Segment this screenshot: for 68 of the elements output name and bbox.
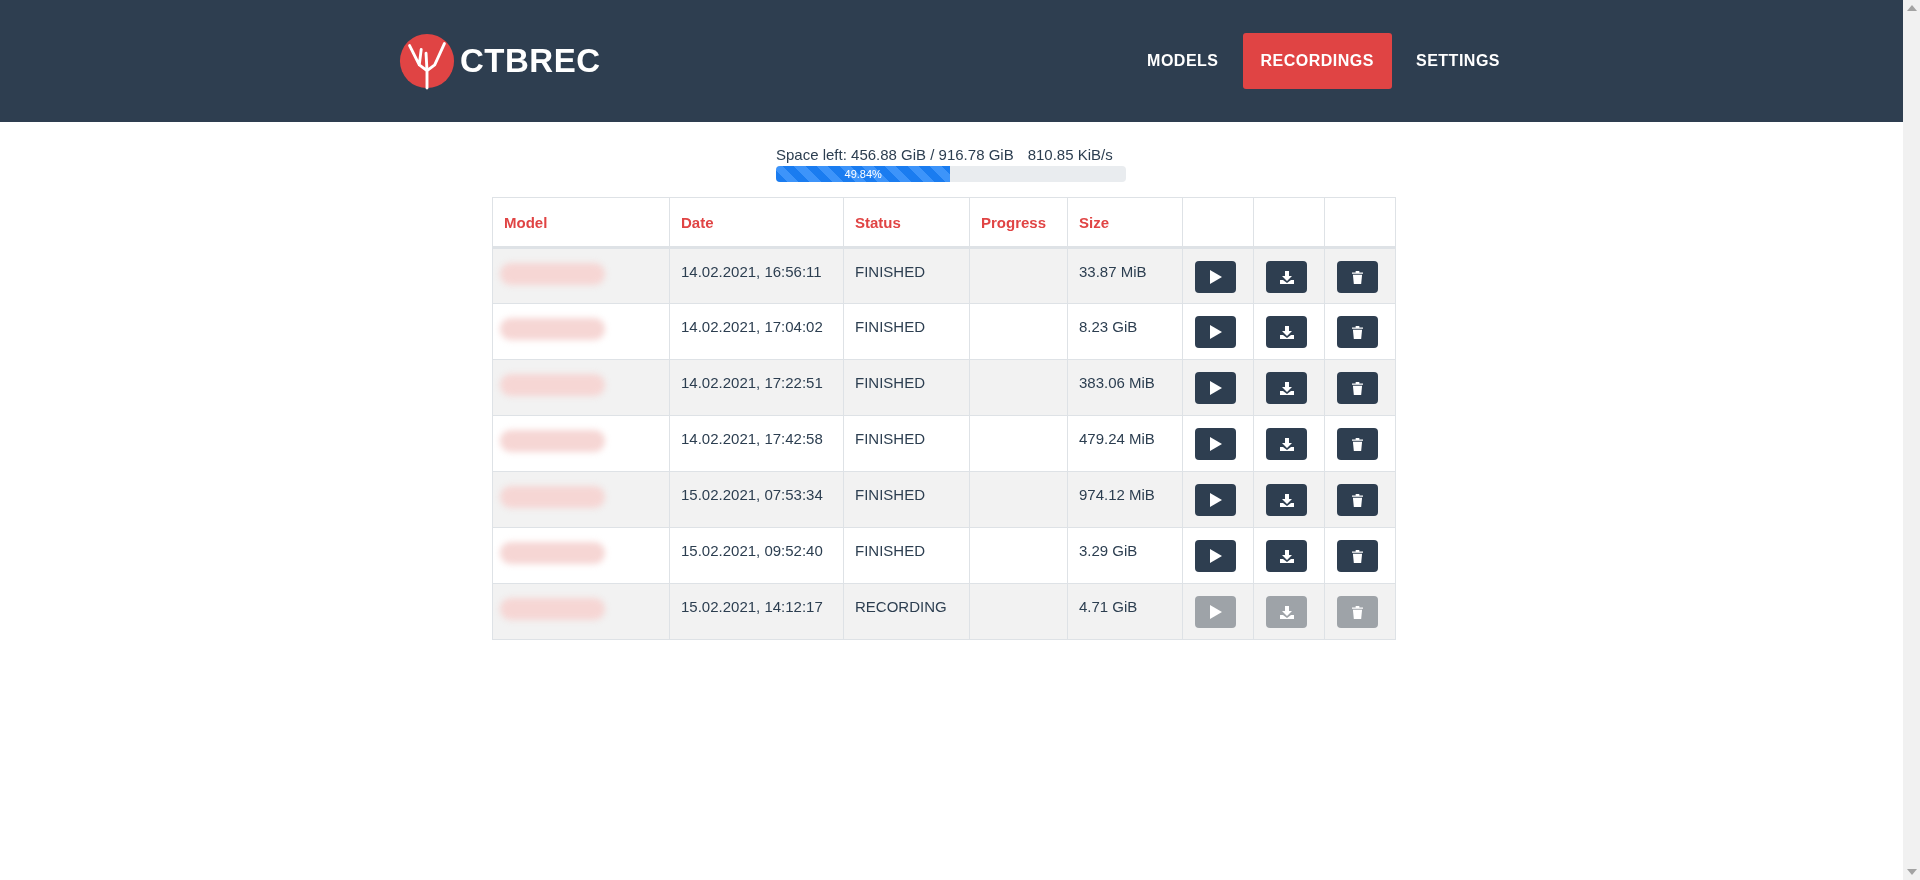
table-cell: FINISHED: [843, 303, 970, 360]
play-icon: [1209, 493, 1222, 507]
table-cell: 14.02.2021, 17:04:02: [669, 303, 844, 360]
download-button[interactable]: [1266, 316, 1307, 348]
play-icon: [1209, 381, 1222, 395]
table-cell: 15.02.2021, 09:52:40: [669, 527, 844, 584]
space-left-text: Space left: 456.88 GiB / 916.78 GiB: [776, 146, 1014, 163]
trash-icon: [1352, 605, 1363, 619]
table-cell: FINISHED: [843, 247, 970, 304]
download-icon: [1279, 381, 1294, 395]
table-cell: FINISHED: [843, 415, 970, 472]
table-cell: 15.02.2021, 07:53:34: [669, 471, 844, 528]
play-button[interactable]: [1195, 428, 1236, 460]
trash-icon: [1352, 549, 1363, 563]
download-icon: [1279, 493, 1294, 507]
download-icon: [1279, 437, 1294, 451]
table-cell: 15.02.2021, 14:12:17: [669, 583, 844, 640]
trash-icon: [1352, 270, 1363, 284]
nav-tab[interactable]: MODELS: [1129, 33, 1237, 89]
trash-icon: [1352, 381, 1363, 395]
play-button[interactable]: [1195, 484, 1236, 516]
brand-name: CTBREC: [460, 42, 601, 80]
play-icon: [1209, 549, 1222, 563]
download-icon: [1279, 549, 1294, 563]
table-cell: 14.02.2021, 17:22:51: [669, 359, 844, 416]
table-cell: 4.71 GiB: [1067, 583, 1183, 640]
play-icon: [1209, 437, 1222, 451]
play-icon: [1209, 325, 1222, 339]
delete-button[interactable]: [1337, 261, 1378, 293]
table-cell: FINISHED: [843, 527, 970, 584]
download-button[interactable]: [1266, 261, 1307, 293]
play-button[interactable]: [1195, 540, 1236, 572]
trash-icon: [1352, 493, 1363, 507]
table-cell: 383.06 MiB: [1067, 359, 1183, 416]
trash-icon: [1352, 437, 1363, 451]
table-cell: 8.23 GiB: [1067, 303, 1183, 360]
download-button[interactable]: [1266, 484, 1307, 516]
download-icon: [1279, 270, 1294, 284]
table-cell: 14.02.2021, 16:56:11: [669, 247, 844, 304]
download-icon: [1279, 325, 1294, 339]
delete-button[interactable]: [1337, 540, 1378, 572]
delete-button[interactable]: [1337, 372, 1378, 404]
logo-icon: [398, 32, 456, 90]
play-button[interactable]: [1195, 372, 1236, 404]
table-cell: 479.24 MiB: [1067, 415, 1183, 472]
table-cell: RECORDING: [843, 583, 970, 640]
download-button[interactable]: [1266, 540, 1307, 572]
table-cell: FINISHED: [843, 471, 970, 528]
play-button[interactable]: [1195, 261, 1236, 293]
trash-icon: [1352, 325, 1363, 339]
nav-tab[interactable]: SETTINGS: [1398, 33, 1518, 89]
delete-button[interactable]: [1337, 428, 1378, 460]
table-cell: 974.12 MiB: [1067, 471, 1183, 528]
delete-button[interactable]: [1337, 316, 1378, 348]
download-button[interactable]: [1266, 428, 1307, 460]
table-cell: 3.29 GiB: [1067, 527, 1183, 584]
table-cell: 33.87 MiB: [1067, 247, 1183, 304]
rate-text: 810.85 KiB/s: [1027, 146, 1113, 163]
table-cell: FINISHED: [843, 359, 970, 416]
delete-button[interactable]: [1337, 484, 1378, 516]
download-button[interactable]: [1266, 372, 1307, 404]
download-icon: [1279, 605, 1294, 619]
play-button[interactable]: [1195, 316, 1236, 348]
play-icon: [1209, 605, 1222, 619]
table-cell: 14.02.2021, 17:42:58: [669, 415, 844, 472]
percent-text: 49.84%: [844, 168, 882, 180]
nav-tab[interactable]: RECORDINGS: [1242, 33, 1392, 89]
play-icon: [1209, 270, 1222, 284]
